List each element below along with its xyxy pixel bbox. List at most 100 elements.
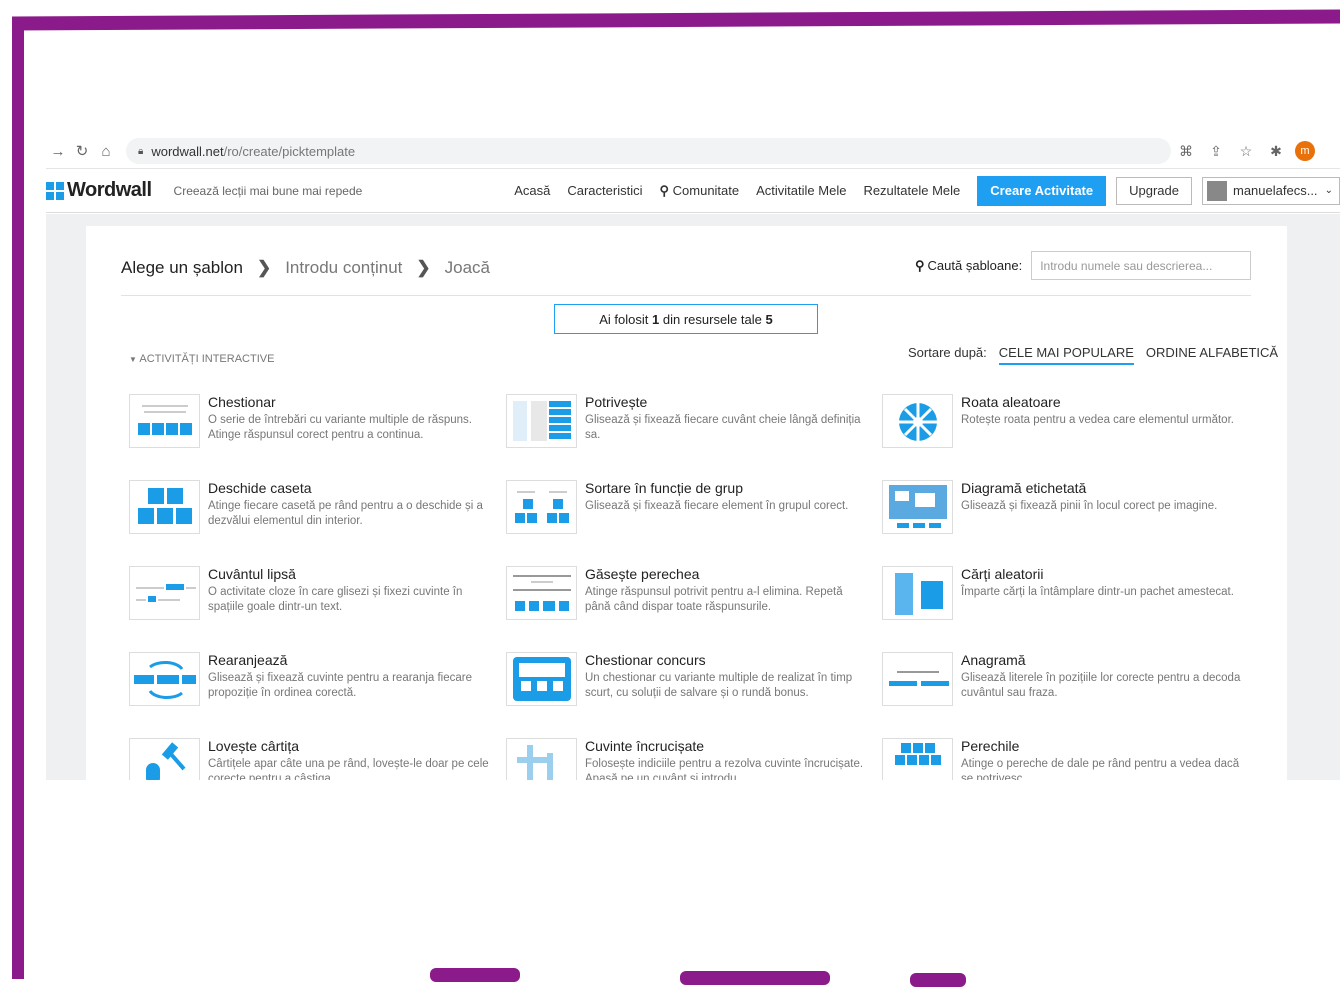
template-desc: O serie de întrebări cu variante multipl… xyxy=(208,414,472,441)
template-unjumble[interactable]: Rearanjează Glisează și fixează cuvinte … xyxy=(129,652,489,712)
template-name: Diagramă etichetată xyxy=(961,480,1087,496)
chevron-right-icon: ❯ xyxy=(256,258,272,277)
sort-popular[interactable]: CELE MAI POPULARE xyxy=(998,345,1134,365)
template-name: Chestionar concurs xyxy=(585,652,706,668)
star-icon[interactable]: ☆ xyxy=(1231,143,1261,160)
template-desc: Un chestionar cu variante multiple de re… xyxy=(585,672,853,699)
home-icon[interactable]: ⌂ xyxy=(94,143,118,160)
search-label: Caută șabloane: xyxy=(927,258,1023,273)
open-box-thumbnail xyxy=(129,480,200,534)
quota-middle: din resursele tale xyxy=(659,311,766,327)
matching-pairs-thumbnail xyxy=(882,738,953,780)
step-enter-content: Introdu conținut xyxy=(285,258,403,277)
resource-quota-banner: Ai folosit 1 din resursele tale 5 xyxy=(554,304,818,334)
template-random-wheel[interactable]: Roata aleatoare Rotește roata pentru a v… xyxy=(882,394,1242,454)
nav-my-results[interactable]: Rezultatele Mele xyxy=(863,183,960,198)
forward-icon[interactable]: → xyxy=(46,143,70,160)
template-group-sort[interactable]: Sortare în funcție de grup Glisează și f… xyxy=(506,480,866,540)
logo-text: Wordwall xyxy=(67,179,152,201)
translate-icon[interactable]: ⌘ xyxy=(1171,143,1201,160)
wheel-thumbnail xyxy=(882,394,953,448)
chevron-right-icon: ❯ xyxy=(416,258,431,277)
quota-used: 1 xyxy=(652,311,660,327)
create-activity-button[interactable]: Creare Activitate xyxy=(977,175,1107,206)
template-name: Roata aleatoare xyxy=(961,394,1061,410)
tagline: Creează lecții mai bune mai repede xyxy=(173,183,363,198)
template-desc: Atinge fiecare casetă pe rând pentru a o… xyxy=(208,500,483,527)
template-gameshow-quiz[interactable]: Chestionar concurs Un chestionar cu vari… xyxy=(506,652,866,712)
template-crossword[interactable]: Cuvinte încrucișate Folosește indiciile … xyxy=(506,738,866,780)
template-name: Rearanjează xyxy=(208,652,288,668)
section-toggle[interactable]: ▼ ACTIVITĂȚI INTERACTIVE xyxy=(129,353,274,365)
logo-icon xyxy=(46,181,64,200)
sort-options: Sortare după: CELE MAI POPULARE ORDINE A… xyxy=(908,345,1278,365)
unjumble-thumbnail xyxy=(129,652,200,706)
caret-down-icon: ▼ xyxy=(129,355,137,364)
template-name: Lovește cârtița xyxy=(208,738,300,754)
divider xyxy=(121,295,1251,296)
template-quiz[interactable]: Chestionar O serie de întrebări cu varia… xyxy=(129,394,489,454)
diagram-thumbnail xyxy=(882,480,953,534)
template-name: Anagramă xyxy=(961,652,1026,668)
quota-prefix: Ai folosit xyxy=(599,311,653,327)
profile-avatar[interactable]: m xyxy=(1295,141,1315,161)
chevron-down-icon: ⌄ xyxy=(1324,185,1333,196)
template-desc: Împarte cărți la întâmplare dintr-un pac… xyxy=(961,586,1234,598)
template-whack-a-mole[interactable]: Lovește cârtița Cârtițele apar câte una … xyxy=(129,738,489,780)
template-name: Deschide caseta xyxy=(208,480,312,496)
group-sort-thumbnail xyxy=(506,480,577,534)
extensions-icon[interactable]: ✱ xyxy=(1261,143,1291,160)
template-anagram[interactable]: Anagramă Glisează literele în pozițiile … xyxy=(882,652,1242,712)
nav-community-label: Comunitate xyxy=(672,182,740,198)
missing-word-thumbnail xyxy=(129,566,200,620)
template-open-box[interactable]: Deschide caseta Atinge fiecare casetă pe… xyxy=(129,480,489,540)
template-random-cards[interactable]: Cărți aleatorii Împarte cărți la întâmpl… xyxy=(882,566,1242,626)
find-match-thumbnail xyxy=(506,566,577,620)
template-desc: Atinge răspunsul potrivit pentru a-l eli… xyxy=(585,586,843,613)
reload-icon[interactable]: ↻ xyxy=(70,142,94,160)
frame-bottom-2 xyxy=(680,971,830,985)
template-desc: O activitate cloze în care glisezi și fi… xyxy=(208,586,463,613)
frame-top xyxy=(12,9,1340,31)
quota-total: 5 xyxy=(765,311,773,327)
template-search: ⚲ Caută șabloane: Introdu numele sau des… xyxy=(915,251,1252,280)
upgrade-button[interactable]: Upgrade xyxy=(1116,176,1192,205)
template-find-match[interactable]: Găsește perechea Atinge răspunsul potriv… xyxy=(506,566,866,626)
template-desc: Glisează și fixează cuvinte pentru a rea… xyxy=(208,672,473,699)
template-match-up[interactable]: Potrivește Glisează și fixează fiecare c… xyxy=(506,394,866,454)
search-input[interactable]: Introdu numele sau descrierea... xyxy=(1031,251,1252,280)
crossword-thumbnail xyxy=(506,738,577,780)
user-menu[interactable]: manuelafecs... ⌄ xyxy=(1202,176,1340,205)
template-desc: Glisează și fixează fiecare cuvânt cheie… xyxy=(585,414,861,441)
sort-label: Sortare după: xyxy=(908,345,987,360)
search-icon: ⚲ xyxy=(915,257,925,273)
hammer-icon xyxy=(146,742,186,780)
wheel-icon xyxy=(899,403,937,441)
url-host: wordwall.net xyxy=(151,143,224,159)
section-title: ACTIVITĂȚI INTERACTIVE xyxy=(139,353,275,365)
nav-features[interactable]: Caracteristici xyxy=(567,183,642,198)
template-labelled-diagram[interactable]: Diagramă etichetată Glisează și fixează … xyxy=(882,480,1242,540)
frame-bottom-1 xyxy=(430,968,520,982)
template-desc: Folosește indiciile pentru a rezolva cuv… xyxy=(585,758,864,780)
address-bar[interactable]: 🔒︎ wordwall.net/ro/create/picktemplate xyxy=(126,138,1171,164)
share-icon[interactable]: ⇪ xyxy=(1201,143,1231,160)
template-matching-pairs[interactable]: Perechile Atinge o pereche de dale pe râ… xyxy=(882,738,1242,780)
whack-a-mole-thumbnail xyxy=(129,738,200,780)
template-desc: Glisează și fixează fiecare element în g… xyxy=(585,500,849,512)
random-cards-thumbnail xyxy=(882,566,953,620)
site-header: Wordwall Creează lecții mai bune mai rep… xyxy=(46,168,1340,213)
main-area: Alege un șablon ❯ Introdu conținut ❯ Joa… xyxy=(46,214,1340,780)
wordwall-logo[interactable]: Wordwall xyxy=(46,179,152,202)
template-desc: Glisează și fixează pinii în locul corec… xyxy=(961,500,1218,512)
template-missing-word[interactable]: Cuvântul lipsă O activitate cloze în car… xyxy=(129,566,489,626)
search-icon: ⚲ xyxy=(659,182,670,198)
template-name: Găsește perechea xyxy=(585,566,700,582)
sort-alphabetical[interactable]: ORDINE ALFABETICĂ xyxy=(1146,345,1278,365)
template-desc: Atinge o pereche de dale pe rând pentru … xyxy=(961,758,1240,780)
browser-toolbar: → ↻ ⌂ 🔒︎ wordwall.net/ro/create/picktemp… xyxy=(46,136,1340,166)
nav-community[interactable]: ⚲ Comunitate xyxy=(659,183,739,199)
nav-my-activities[interactable]: Activitatile Mele xyxy=(756,183,846,198)
nav-home[interactable]: Acasă xyxy=(514,183,550,198)
user-avatar xyxy=(1207,180,1227,201)
